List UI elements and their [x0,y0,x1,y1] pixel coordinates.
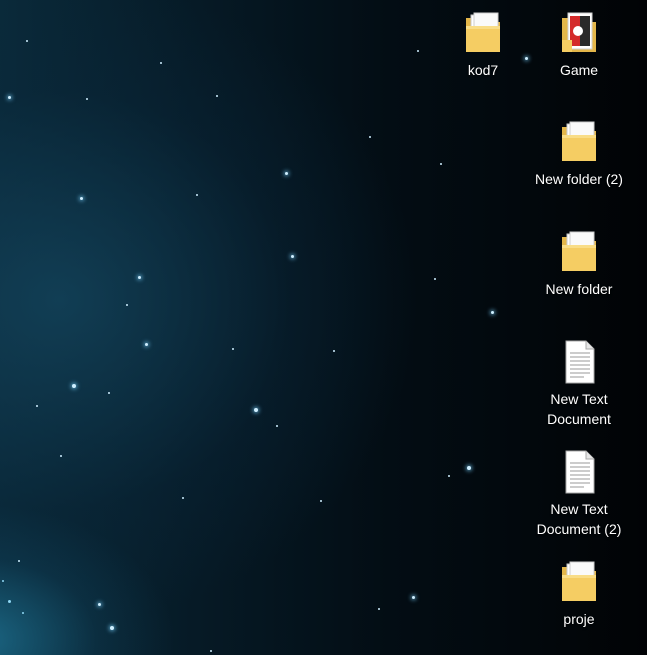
folder-icon [558,119,600,165]
text-document-icon [558,339,600,385]
icon-label: New Text Document (2) [536,501,622,537]
icon-label: New Text Document [547,391,611,427]
desktop-icon-kod7[interactable]: kod7 [438,10,528,80]
desktop-icon-new-folder-2[interactable]: New folder (2) [534,119,624,189]
icon-label: kod7 [467,62,499,78]
icon-label: New folder [545,281,613,297]
desktop-icon-proje[interactable]: proje [534,559,624,629]
folder-icon [558,559,600,605]
desktop-icon-new-text-document-2[interactable]: New Text Document (2) [534,449,624,539]
icon-label: proje [563,611,595,627]
icon-label: New folder (2) [535,171,623,187]
desktop-icon-new-folder[interactable]: New folder [534,229,624,299]
desktop-icon-new-text-document[interactable]: New Text Document [534,339,624,429]
folder-icon [462,10,504,56]
text-document-icon [558,449,600,495]
desktop-icon-game[interactable]: Game [534,10,624,80]
icon-label: Game [559,62,599,78]
desktop[interactable]: kod7 Game New folder (2) New folder New … [0,0,647,655]
folder-icon [558,229,600,275]
game-app-icon [558,10,600,56]
